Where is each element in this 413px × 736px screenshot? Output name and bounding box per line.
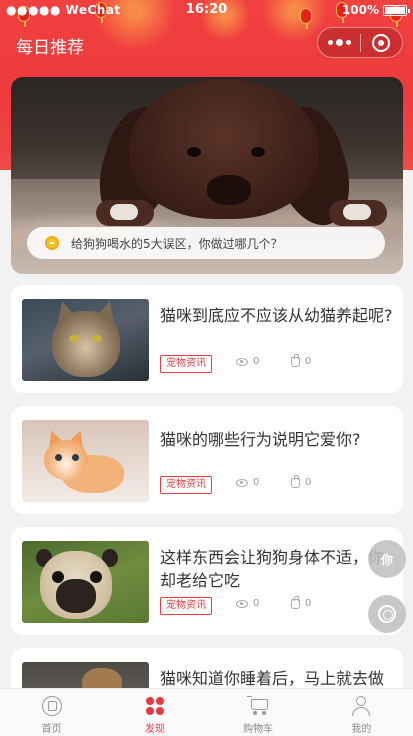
like-count[interactable]: 0 xyxy=(291,474,312,488)
eye-icon xyxy=(236,599,248,608)
tab-label: 发现 xyxy=(144,724,165,735)
like-count-value: 0 xyxy=(305,598,312,609)
customer-service-button[interactable] xyxy=(368,595,406,633)
tab-me[interactable]: 我的 xyxy=(310,689,413,736)
view-count: 0 xyxy=(236,598,259,609)
banner-caption[interactable]: 给狗狗喝水的5大误区，你做过哪几个？ xyxy=(27,227,385,259)
article-title: 猫咪知道你睡着后，马上就去做 xyxy=(160,669,385,688)
article-title: 猫咪到底应不应该从幼猫养起呢? xyxy=(160,306,393,325)
tab-label: 首页 xyxy=(41,724,62,735)
tab-discover[interactable]: 发现 xyxy=(103,689,206,736)
dog-image-part xyxy=(207,175,251,205)
dog-image-part xyxy=(187,147,201,157)
discover-icon xyxy=(145,696,165,716)
cart-icon xyxy=(247,696,269,716)
thumbs-up-icon xyxy=(291,595,300,609)
float-ni-label: 你 xyxy=(380,552,393,567)
battery-status: 100% xyxy=(341,3,410,17)
battery-icon xyxy=(383,4,410,16)
dog-image-part xyxy=(96,200,154,226)
more-dot-icon xyxy=(327,40,333,45)
article-thumbnail xyxy=(22,299,149,381)
close-miniprogram-button[interactable] xyxy=(361,27,402,58)
view-count: 0 xyxy=(236,356,259,367)
article-card[interactable]: 猫咪的哪些行为说明它爱你? 宠物资讯 0 0 xyxy=(11,406,403,514)
article-title: 这样东西会让狗狗身体不适，你却老给它吃 xyxy=(160,548,385,590)
banner-caption-text: 给狗狗喝水的5大误区，你做过哪几个？ xyxy=(71,236,283,251)
more-dot-icon xyxy=(345,40,351,45)
article-thumbnail xyxy=(22,541,149,623)
tab-label: 我的 xyxy=(351,724,372,735)
view-count-value: 0 xyxy=(253,598,260,609)
more-dot-icon xyxy=(335,39,343,46)
banner-carousel[interactable]: 给狗狗喝水的5大误区，你做过哪几个？ xyxy=(11,77,403,274)
battery-percent: 100% xyxy=(341,3,379,17)
category-tag: 宠物资讯 xyxy=(160,597,212,615)
dog-image-part xyxy=(329,200,387,226)
like-count-value: 0 xyxy=(305,356,312,367)
target-icon xyxy=(372,33,391,52)
article-card[interactable]: 这样东西会让狗狗身体不适，你却老给它吃 宠物资讯 0 0 xyxy=(11,527,403,635)
thumbs-up-icon xyxy=(291,474,300,488)
bottom-tab-bar: 首页 发现 购物车 我的 xyxy=(0,688,413,736)
category-tag: 宠物资讯 xyxy=(160,355,212,373)
like-count[interactable]: 0 xyxy=(291,353,312,367)
view-count-value: 0 xyxy=(253,356,260,367)
float-ni-button[interactable]: 你 xyxy=(368,540,406,578)
status-bar: ●●●●● WeChat 16:20 100% xyxy=(0,0,413,20)
like-count[interactable]: 0 xyxy=(291,595,312,609)
tab-label: 购物车 xyxy=(243,724,274,735)
thumbs-up-icon xyxy=(291,353,300,367)
home-icon xyxy=(41,696,62,716)
eye-icon xyxy=(236,357,248,366)
view-count: 0 xyxy=(236,477,259,488)
like-count-value: 0 xyxy=(305,477,312,488)
tab-home[interactable]: 首页 xyxy=(0,689,103,736)
article-thumbnail xyxy=(22,420,149,502)
miniprogram-capsule xyxy=(317,27,403,58)
eye-icon xyxy=(236,478,248,487)
customer-service-icon xyxy=(378,605,396,623)
tab-cart[interactable]: 购物车 xyxy=(207,689,310,736)
article-card[interactable]: 猫咪到底应不应该从幼猫养起呢? 宠物资讯 0 0 xyxy=(11,285,403,393)
page-title: 每日推荐 xyxy=(16,38,84,58)
coin-icon xyxy=(45,236,59,250)
user-icon xyxy=(351,696,371,716)
view-count-value: 0 xyxy=(253,477,260,488)
more-menu-button[interactable] xyxy=(318,27,360,58)
category-tag: 宠物资讯 xyxy=(160,476,212,494)
article-title: 猫咪的哪些行为说明它爱你? xyxy=(160,430,361,449)
dog-image-part xyxy=(251,147,265,157)
